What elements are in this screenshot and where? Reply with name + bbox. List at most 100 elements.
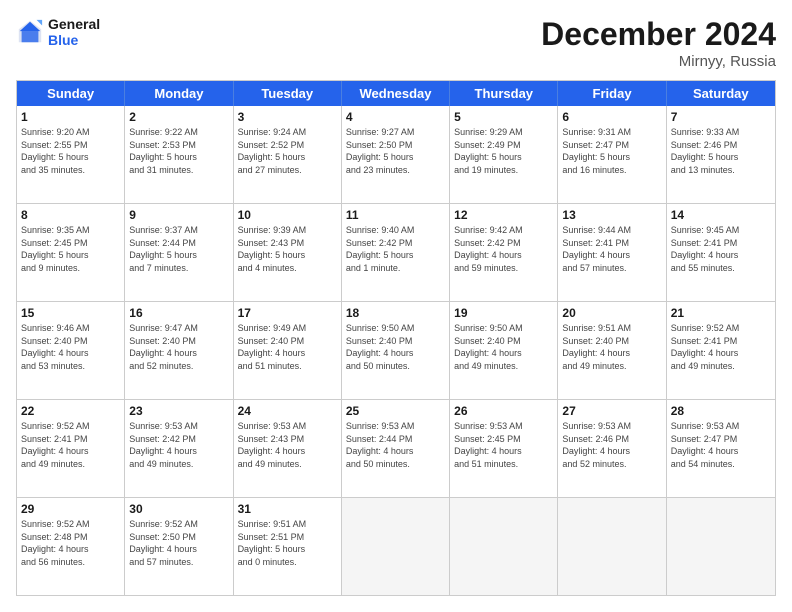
day-number: 15 [21,305,120,321]
calendar-cell-20: 20Sunrise: 9:51 AM Sunset: 2:40 PM Dayli… [558,302,666,399]
day-number: 26 [454,403,553,419]
calendar-cell-28: 28Sunrise: 9:53 AM Sunset: 2:47 PM Dayli… [667,400,775,497]
day-number: 18 [346,305,445,321]
day-number: 29 [21,501,120,517]
cell-details: Sunrise: 9:51 AM Sunset: 2:40 PM Dayligh… [562,322,661,372]
weekday-header-monday: Monday [125,81,233,106]
calendar-cell-5: 5Sunrise: 9:29 AM Sunset: 2:49 PM Daylig… [450,106,558,203]
calendar-row-1: 1Sunrise: 9:20 AM Sunset: 2:55 PM Daylig… [17,106,775,203]
calendar-cell-25: 25Sunrise: 9:53 AM Sunset: 2:44 PM Dayli… [342,400,450,497]
calendar-cell-16: 16Sunrise: 9:47 AM Sunset: 2:40 PM Dayli… [125,302,233,399]
cell-details: Sunrise: 9:51 AM Sunset: 2:51 PM Dayligh… [238,518,337,568]
calendar-cell-empty-4-5 [558,498,666,595]
calendar-cell-17: 17Sunrise: 9:49 AM Sunset: 2:40 PM Dayli… [234,302,342,399]
day-number: 20 [562,305,661,321]
weekday-header-tuesday: Tuesday [234,81,342,106]
day-number: 4 [346,109,445,125]
day-number: 10 [238,207,337,223]
cell-details: Sunrise: 9:50 AM Sunset: 2:40 PM Dayligh… [346,322,445,372]
calendar-cell-23: 23Sunrise: 9:53 AM Sunset: 2:42 PM Dayli… [125,400,233,497]
calendar-cell-22: 22Sunrise: 9:52 AM Sunset: 2:41 PM Dayli… [17,400,125,497]
title-block: December 2024 Mirnyy, Russia [541,16,776,70]
location: Mirnyy, Russia [541,53,776,70]
day-number: 31 [238,501,337,517]
day-number: 2 [129,109,228,125]
cell-details: Sunrise: 9:37 AM Sunset: 2:44 PM Dayligh… [129,224,228,274]
cell-details: Sunrise: 9:52 AM Sunset: 2:50 PM Dayligh… [129,518,228,568]
calendar-cell-11: 11Sunrise: 9:40 AM Sunset: 2:42 PM Dayli… [342,204,450,301]
calendar-cell-8: 8Sunrise: 9:35 AM Sunset: 2:45 PM Daylig… [17,204,125,301]
weekday-header-thursday: Thursday [450,81,558,106]
cell-details: Sunrise: 9:31 AM Sunset: 2:47 PM Dayligh… [562,126,661,176]
day-number: 5 [454,109,553,125]
logo-text: General Blue [48,16,100,48]
day-number: 17 [238,305,337,321]
cell-details: Sunrise: 9:53 AM Sunset: 2:45 PM Dayligh… [454,420,553,470]
day-number: 28 [671,403,771,419]
calendar-cell-2: 2Sunrise: 9:22 AM Sunset: 2:53 PM Daylig… [125,106,233,203]
calendar-cell-19: 19Sunrise: 9:50 AM Sunset: 2:40 PM Dayli… [450,302,558,399]
logo-icon [16,18,44,46]
calendar-cell-26: 26Sunrise: 9:53 AM Sunset: 2:45 PM Dayli… [450,400,558,497]
cell-details: Sunrise: 9:39 AM Sunset: 2:43 PM Dayligh… [238,224,337,274]
day-number: 21 [671,305,771,321]
day-number: 3 [238,109,337,125]
cell-details: Sunrise: 9:40 AM Sunset: 2:42 PM Dayligh… [346,224,445,274]
day-number: 25 [346,403,445,419]
cell-details: Sunrise: 9:52 AM Sunset: 2:48 PM Dayligh… [21,518,120,568]
calendar-row-2: 8Sunrise: 9:35 AM Sunset: 2:45 PM Daylig… [17,203,775,301]
cell-details: Sunrise: 9:52 AM Sunset: 2:41 PM Dayligh… [21,420,120,470]
day-number: 13 [562,207,661,223]
calendar-cell-4: 4Sunrise: 9:27 AM Sunset: 2:50 PM Daylig… [342,106,450,203]
calendar-cell-27: 27Sunrise: 9:53 AM Sunset: 2:46 PM Dayli… [558,400,666,497]
calendar-body: 1Sunrise: 9:20 AM Sunset: 2:55 PM Daylig… [17,106,775,595]
day-number: 6 [562,109,661,125]
logo: General Blue [16,16,100,48]
cell-details: Sunrise: 9:29 AM Sunset: 2:49 PM Dayligh… [454,126,553,176]
weekday-header-friday: Friday [558,81,666,106]
cell-details: Sunrise: 9:53 AM Sunset: 2:47 PM Dayligh… [671,420,771,470]
calendar-cell-12: 12Sunrise: 9:42 AM Sunset: 2:42 PM Dayli… [450,204,558,301]
cell-details: Sunrise: 9:52 AM Sunset: 2:41 PM Dayligh… [671,322,771,372]
page: General Blue December 2024 Mirnyy, Russi… [0,0,792,612]
calendar-cell-15: 15Sunrise: 9:46 AM Sunset: 2:40 PM Dayli… [17,302,125,399]
day-number: 30 [129,501,228,517]
cell-details: Sunrise: 9:53 AM Sunset: 2:44 PM Dayligh… [346,420,445,470]
cell-details: Sunrise: 9:22 AM Sunset: 2:53 PM Dayligh… [129,126,228,176]
day-number: 12 [454,207,553,223]
day-number: 1 [21,109,120,125]
weekday-header-wednesday: Wednesday [342,81,450,106]
day-number: 8 [21,207,120,223]
calendar-cell-30: 30Sunrise: 9:52 AM Sunset: 2:50 PM Dayli… [125,498,233,595]
day-number: 11 [346,207,445,223]
day-number: 19 [454,305,553,321]
cell-details: Sunrise: 9:20 AM Sunset: 2:55 PM Dayligh… [21,126,120,176]
cell-details: Sunrise: 9:50 AM Sunset: 2:40 PM Dayligh… [454,322,553,372]
calendar: SundayMondayTuesdayWednesdayThursdayFrid… [16,80,776,596]
day-number: 23 [129,403,228,419]
day-number: 16 [129,305,228,321]
cell-details: Sunrise: 9:35 AM Sunset: 2:45 PM Dayligh… [21,224,120,274]
day-number: 27 [562,403,661,419]
calendar-header: SundayMondayTuesdayWednesdayThursdayFrid… [17,81,775,106]
calendar-row-4: 22Sunrise: 9:52 AM Sunset: 2:41 PM Dayli… [17,399,775,497]
calendar-cell-13: 13Sunrise: 9:44 AM Sunset: 2:41 PM Dayli… [558,204,666,301]
calendar-row-3: 15Sunrise: 9:46 AM Sunset: 2:40 PM Dayli… [17,301,775,399]
day-number: 22 [21,403,120,419]
cell-details: Sunrise: 9:42 AM Sunset: 2:42 PM Dayligh… [454,224,553,274]
calendar-cell-3: 3Sunrise: 9:24 AM Sunset: 2:52 PM Daylig… [234,106,342,203]
day-number: 24 [238,403,337,419]
header: General Blue December 2024 Mirnyy, Russi… [16,16,776,70]
calendar-row-5: 29Sunrise: 9:52 AM Sunset: 2:48 PM Dayli… [17,497,775,595]
cell-details: Sunrise: 9:46 AM Sunset: 2:40 PM Dayligh… [21,322,120,372]
calendar-cell-31: 31Sunrise: 9:51 AM Sunset: 2:51 PM Dayli… [234,498,342,595]
calendar-cell-29: 29Sunrise: 9:52 AM Sunset: 2:48 PM Dayli… [17,498,125,595]
cell-details: Sunrise: 9:44 AM Sunset: 2:41 PM Dayligh… [562,224,661,274]
day-number: 9 [129,207,228,223]
cell-details: Sunrise: 9:24 AM Sunset: 2:52 PM Dayligh… [238,126,337,176]
day-number: 7 [671,109,771,125]
cell-details: Sunrise: 9:27 AM Sunset: 2:50 PM Dayligh… [346,126,445,176]
calendar-cell-6: 6Sunrise: 9:31 AM Sunset: 2:47 PM Daylig… [558,106,666,203]
cell-details: Sunrise: 9:53 AM Sunset: 2:46 PM Dayligh… [562,420,661,470]
calendar-cell-10: 10Sunrise: 9:39 AM Sunset: 2:43 PM Dayli… [234,204,342,301]
